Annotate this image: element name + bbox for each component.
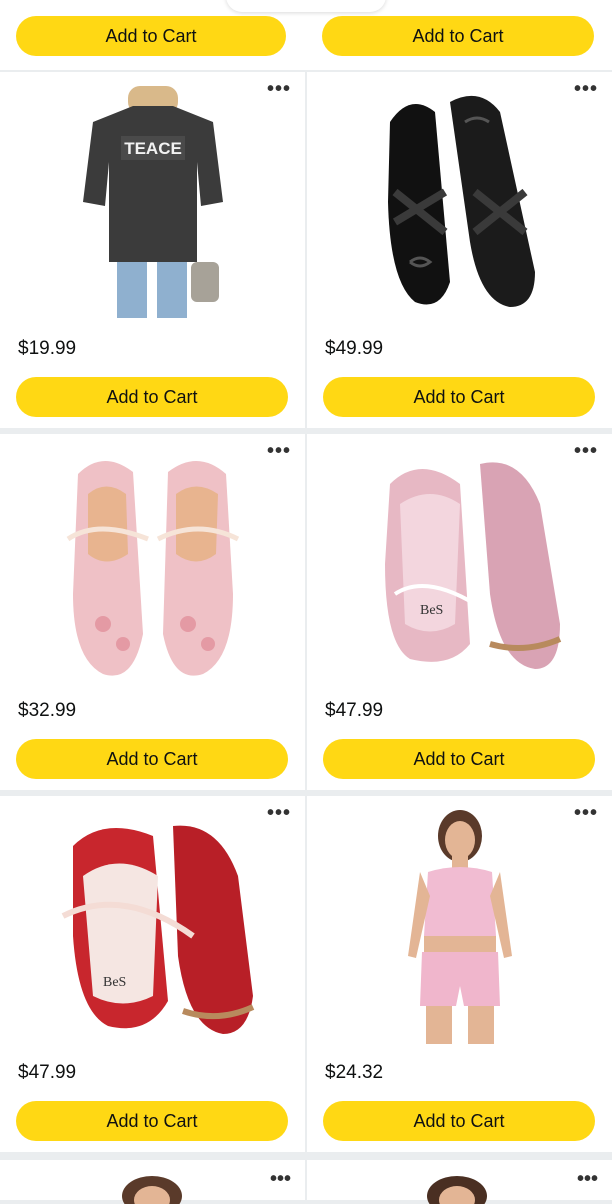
ellipsis-icon[interactable]: ••• <box>267 441 291 461</box>
product-price: $47.99 <box>325 700 384 721</box>
product-card[interactable]: TEACE ••• $19.99 Add to Cart <box>0 72 305 428</box>
product-price: $24.32 <box>325 1062 384 1083</box>
ellipsis-icon[interactable]: ••• <box>577 1169 598 1189</box>
add-to-cart-button[interactable]: Add to Cart <box>323 377 595 417</box>
product-image[interactable] <box>0 434 305 694</box>
next-products-row: ••• ••• <box>0 1160 612 1204</box>
add-to-cart-button[interactable]: Add to Cart <box>16 377 288 417</box>
add-to-cart-button[interactable]: Add to Cart <box>16 1101 288 1141</box>
ellipsis-icon[interactable]: ••• <box>267 79 291 99</box>
previous-products-row: Add to Cart Add to Cart <box>0 0 612 70</box>
product-price: $47.99 <box>18 1062 77 1083</box>
add-to-cart-button[interactable]: Add to Cart <box>323 1101 595 1141</box>
add-to-cart-button[interactable]: Add to Cart <box>323 739 595 779</box>
product-price: $32.99 <box>18 700 77 721</box>
product-image[interactable]: BeS <box>307 434 612 694</box>
product-image[interactable]: TEACE <box>0 72 305 332</box>
svg-text:TEACE: TEACE <box>124 139 182 158</box>
product-image[interactable] <box>307 796 612 1056</box>
add-to-cart-button[interactable]: Add to Cart <box>322 16 594 56</box>
product-card[interactable]: BeS ••• $47.99 Add to Cart <box>307 434 612 790</box>
product-price: $19.99 <box>18 338 77 359</box>
product-card[interactable]: ••• $24.32 Add to Cart <box>307 796 612 1152</box>
next-card-right[interactable]: ••• <box>307 1160 612 1204</box>
add-to-cart-button[interactable]: Add to Cart <box>16 16 286 56</box>
svg-text:BeS: BeS <box>420 603 443 618</box>
product-image[interactable]: BeS <box>0 796 305 1056</box>
svg-text:BeS: BeS <box>103 975 126 990</box>
floating-pill[interactable] <box>226 0 386 12</box>
product-card[interactable]: ••• $49.99 Add to Cart <box>307 72 612 428</box>
product-price: $49.99 <box>325 338 384 359</box>
product-image[interactable] <box>307 72 612 332</box>
next-card-left[interactable]: ••• <box>0 1160 305 1204</box>
product-card[interactable]: ••• $32.99 Add to Cart <box>0 434 305 790</box>
ellipsis-icon[interactable]: ••• <box>574 803 598 823</box>
ellipsis-icon[interactable]: ••• <box>270 1169 291 1189</box>
ellipsis-icon[interactable]: ••• <box>574 441 598 461</box>
ellipsis-icon[interactable]: ••• <box>267 803 291 823</box>
ellipsis-icon[interactable]: ••• <box>574 79 598 99</box>
add-to-cart-button[interactable]: Add to Cart <box>16 739 288 779</box>
product-card[interactable]: BeS ••• $47.99 Add to Cart <box>0 796 305 1152</box>
